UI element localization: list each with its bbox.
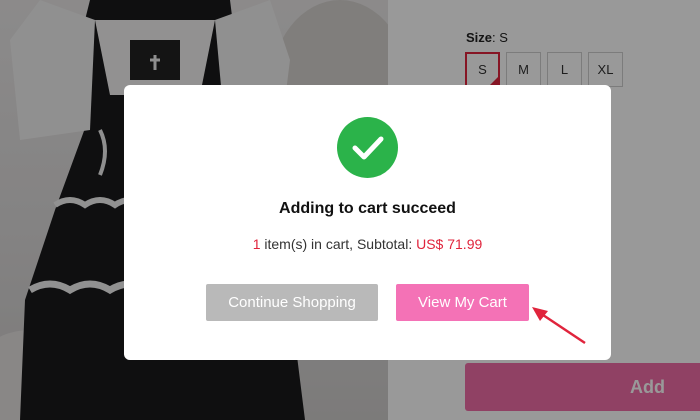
annotation-arrow-icon [532,307,586,345]
item-text: item(s) in cart, Subtotal: [260,236,417,252]
continue-shopping-button[interactable]: Continue Shopping [206,284,378,321]
check-icon [352,136,384,160]
view-my-cart-button[interactable]: View My Cart [396,284,529,321]
cart-summary: 1 item(s) in cart, Subtotal: US$ 71.99 [124,236,611,252]
subtotal-value: US$ 71.99 [416,236,483,252]
item-count: 1 [252,236,261,252]
success-check-icon [337,117,398,178]
dialog-title: Adding to cart succeed [279,200,456,217]
